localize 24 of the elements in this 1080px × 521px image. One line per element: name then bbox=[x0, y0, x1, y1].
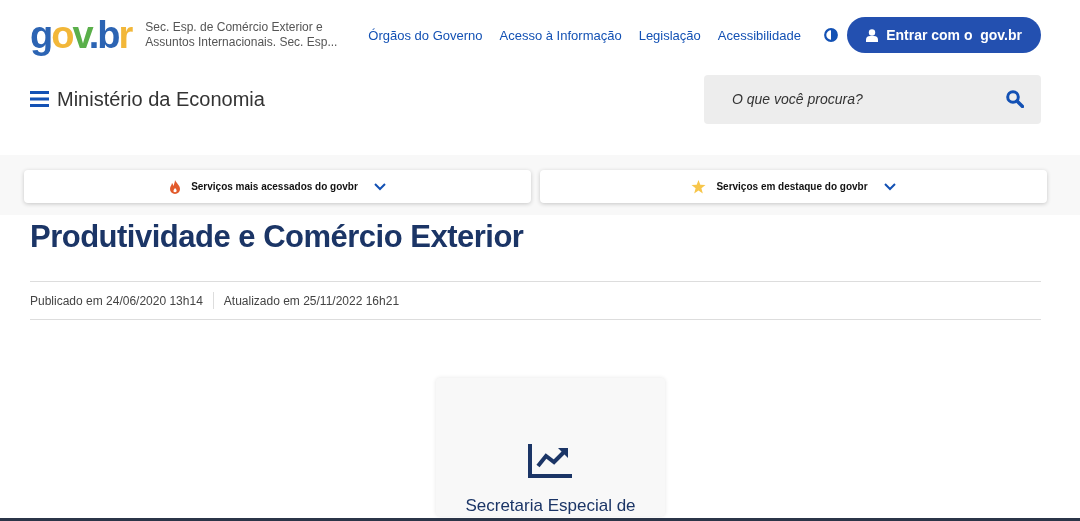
updated-date: Atualizado em 25/11/2022 16h21 bbox=[223, 293, 400, 308]
service-card[interactable]: Secretaria Especial de bbox=[436, 378, 665, 516]
published-date: Publicado em 24/06/2020 13h14 bbox=[30, 293, 203, 308]
search-icon[interactable] bbox=[1006, 89, 1024, 108]
org-name: Sec. Esp. de Comércio Exterior e Assuntos Internacionais. Sec. Esp... bbox=[145, 20, 339, 50]
chevron-down-icon bbox=[883, 182, 896, 191]
chevron-down-icon bbox=[373, 182, 386, 191]
nav-link[interactable]: Órgãos do Governo bbox=[368, 27, 483, 43]
star-icon bbox=[691, 179, 707, 194]
flame-icon bbox=[169, 179, 182, 194]
nav-link[interactable]: Acessibilidade bbox=[717, 27, 801, 43]
contrast-icon[interactable] bbox=[823, 28, 838, 42]
login-button[interactable]: Entrar com o gov.br bbox=[847, 17, 1041, 53]
nav-link[interactable]: Acesso à Informação bbox=[499, 27, 622, 43]
services-dropdown[interactable]: Serviços mais acessados do govbr bbox=[24, 170, 531, 203]
gov-logo[interactable]: gov.br bbox=[30, 13, 132, 57]
site-title: Ministério da Economia bbox=[57, 87, 265, 111]
chart-line-icon bbox=[528, 444, 573, 478]
page-title: Produtividade e Comércio Exterior bbox=[30, 218, 525, 256]
menu-icon[interactable] bbox=[30, 91, 49, 107]
search-field[interactable]: O que você procura? bbox=[704, 74, 1041, 124]
user-icon bbox=[866, 28, 879, 42]
services-dropdown[interactable]: Serviços em destaque do govbr bbox=[540, 170, 1047, 203]
nav-link[interactable]: Legislação bbox=[638, 27, 701, 43]
